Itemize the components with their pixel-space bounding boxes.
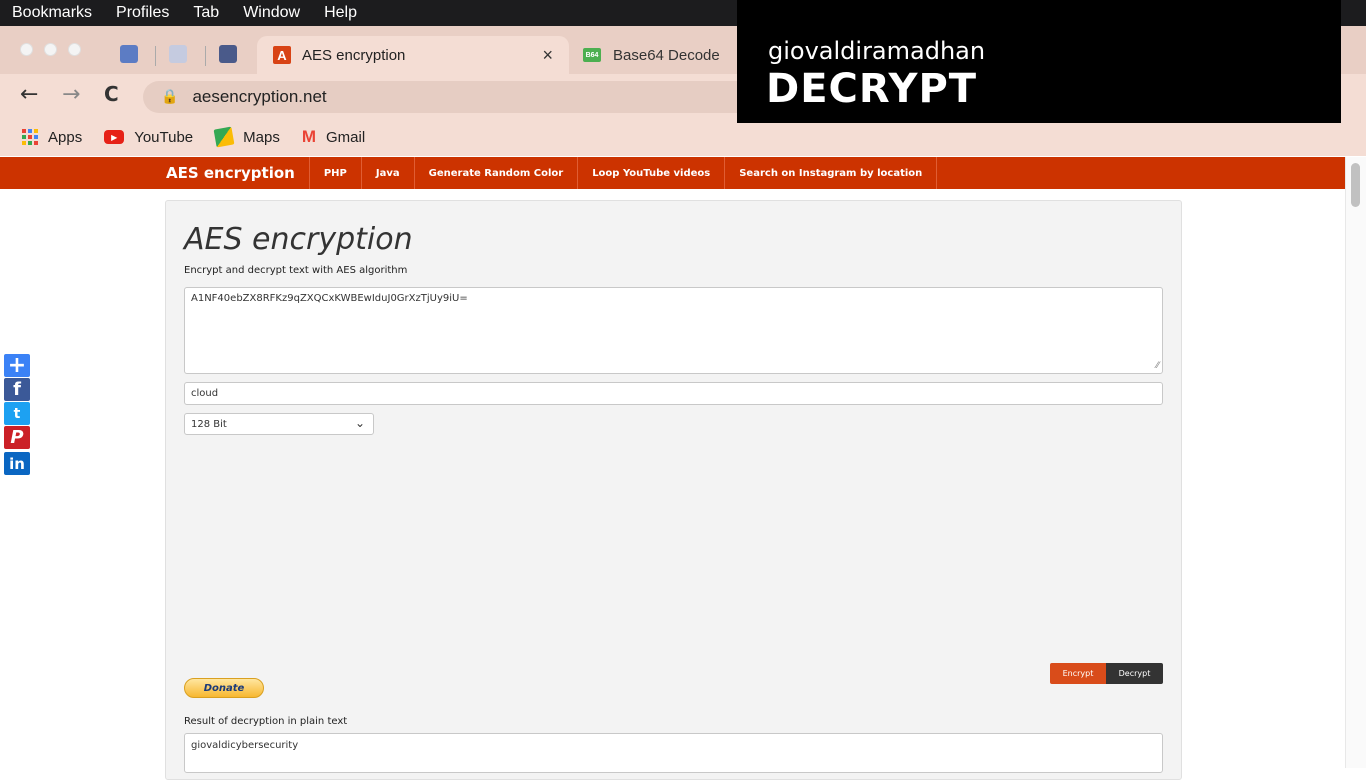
base64-favicon-icon: B64 [583,48,601,62]
secret-key-value: cloud [191,388,219,399]
aes-favicon-icon: A [273,46,291,64]
bookmark-gmail[interactable]: M Gmail [302,127,365,147]
result-value: giovaldicybersecurity [191,740,299,751]
forward-arrow-icon[interactable]: → [62,82,80,107]
tab-divider [155,46,156,66]
nav-link-random-color[interactable]: Generate Random Color [415,157,579,189]
page-subtitle: Encrypt and decrypt text with AES algori… [184,265,408,276]
zoom-window-button[interactable] [68,43,81,56]
twitter-icon[interactable]: t [4,402,30,425]
pinned-tab-app-icon[interactable] [219,45,237,63]
tab-divider [205,46,206,66]
linkedin-icon[interactable]: in [4,452,30,475]
tab-aes-encryption[interactable]: A AES encryption × [257,36,569,74]
pinned-tab-icon[interactable] [169,45,187,63]
overlay-author: giovaldiramadhan [768,37,986,65]
result-output[interactable]: giovaldicybersecurity [184,733,1163,773]
ciphertext-value: A1NF40ebZX8RFKz9qZXQCxKWBEwIduJ0GrXzTjUy… [191,293,468,304]
bookmarks-bar: Apps ▶ YouTube Maps M Gmail [0,118,1366,156]
site-navbar: AES encryption PHP Java Generate Random … [0,157,1345,189]
scrollbar-thumb[interactable] [1351,163,1360,207]
close-tab-icon[interactable]: × [542,45,553,66]
bookmark-apps[interactable]: Apps [22,129,82,146]
bookmark-maps[interactable]: Maps [213,126,280,148]
pinterest-icon[interactable]: P [4,426,30,449]
menu-bookmarks[interactable]: Bookmarks [12,4,92,22]
tab-base64-decode[interactable]: B64 Base64 Decode [583,36,720,74]
site-brand-link[interactable]: AES encryption [166,157,310,189]
lock-icon: 🔒 [161,89,179,105]
nav-link-instagram-location[interactable]: Search on Instagram by location [725,157,938,189]
bookmark-label: Gmail [326,128,366,146]
menu-window[interactable]: Window [243,4,300,22]
nav-link-loop-youtube[interactable]: Loop YouTube videos [578,157,726,189]
pinned-tab-meet-icon[interactable] [120,45,138,63]
page-scrollbar[interactable] [1345,157,1366,768]
youtube-icon: ▶ [104,130,125,144]
key-size-select[interactable]: 128 Bit ⌄ [184,413,374,435]
menu-help[interactable]: Help [324,4,357,22]
minimize-window-button[interactable] [44,43,57,56]
reload-icon[interactable]: C [104,82,119,106]
ciphertext-textarea[interactable]: A1NF40ebZX8RFKz9qZXQCxKWBEwIduJ0GrXzTjUy… [184,287,1163,374]
close-window-button[interactable] [20,43,33,56]
resize-grip-icon[interactable]: ⁄⁄ [1156,361,1159,371]
page-title: AES encryption [184,222,413,257]
share-plus-icon[interactable]: + [4,353,30,378]
bookmark-youtube[interactable]: ▶ YouTube [104,129,193,146]
menu-profiles[interactable]: Profiles [116,4,169,22]
bookmark-label: YouTube [134,128,194,146]
nav-link-java[interactable]: Java [362,157,415,189]
secret-key-input[interactable]: cloud [184,382,1163,405]
overlay-heading: DECRYPT [766,66,978,112]
maps-icon [213,126,235,148]
result-label: Result of decryption in plain text [184,716,348,727]
caption-overlay: giovaldiramadhan DECRYPT [737,0,1341,123]
chevron-down-icon: ⌄ [354,416,365,430]
tab-title: AES encryption [302,46,406,64]
menu-tab[interactable]: Tab [193,4,219,22]
tab-title: Base64 Decode [613,46,720,64]
decrypt-button[interactable]: Decrypt [1106,663,1163,684]
key-size-value: 128 Bit [191,419,227,430]
url-text: aesencryption.net [192,87,327,106]
donate-button[interactable]: Donate [184,678,264,698]
back-arrow-icon[interactable]: ← [20,82,38,107]
encrypt-button[interactable]: Encrypt [1050,663,1106,684]
apps-grid-icon [22,129,38,145]
bookmark-label: Maps [243,128,280,146]
facebook-icon[interactable]: f [4,378,30,401]
gmail-icon: M [301,127,317,146]
nav-link-php[interactable]: PHP [310,157,362,189]
bookmark-label: Apps [48,128,83,146]
